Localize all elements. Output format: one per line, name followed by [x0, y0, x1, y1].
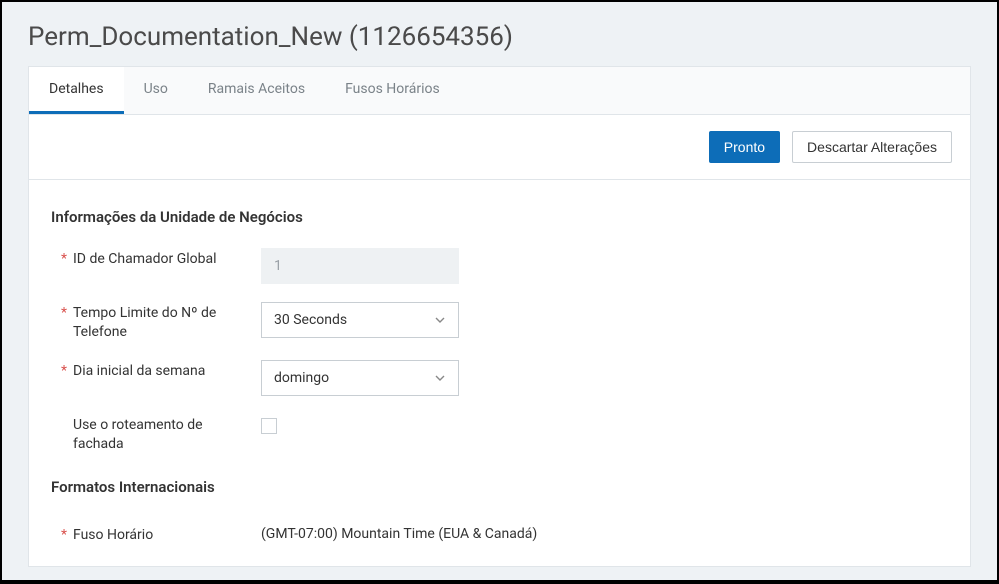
timeout-select-value: 30 Seconds: [274, 312, 347, 328]
start-day-select-value: domingo: [274, 370, 329, 386]
facade-label: Use o roteamento de fachada: [73, 414, 233, 454]
required-marker: [61, 414, 73, 433]
required-marker: *: [61, 360, 73, 379]
row-timezone: * Fuso Horário (GMT-07:00) Mountain Time…: [51, 524, 948, 545]
tab-ramais-aceitos[interactable]: Ramais Aceitos: [188, 67, 325, 114]
start-day-label: Dia inicial da semana: [73, 360, 233, 381]
caller-id-label: ID de Chamador Global: [73, 248, 233, 269]
start-day-select[interactable]: domingo: [261, 360, 459, 396]
facade-checkbox[interactable]: [261, 418, 277, 434]
timeout-select[interactable]: 30 Seconds: [261, 302, 459, 338]
tab-bar: Detalhes Uso Ramais Aceitos Fusos Horári…: [29, 67, 970, 115]
tab-uso[interactable]: Uso: [124, 67, 188, 114]
row-start-day: * Dia inicial da semana domingo: [51, 360, 948, 396]
section-title-business: Informações da Unidade de Negócios: [51, 208, 948, 226]
content-card: Detalhes Uso Ramais Aceitos Fusos Horári…: [28, 66, 971, 567]
timezone-label: Fuso Horário: [73, 524, 233, 545]
timeout-label: Tempo Limite do Nº de Telefone: [73, 302, 233, 342]
form-body: Informações da Unidade de Negócios * ID …: [29, 180, 970, 566]
required-marker: *: [61, 248, 73, 267]
page-title: Perm_Documentation_New (1126654356): [2, 2, 997, 66]
required-marker: *: [61, 524, 73, 543]
chevron-down-icon: [434, 372, 446, 384]
required-marker: *: [61, 302, 73, 321]
tab-fusos-horarios[interactable]: Fusos Horários: [325, 67, 460, 114]
section-title-intl: Formatos Internacionais: [51, 478, 948, 496]
row-facade-routing: Use o roteamento de fachada: [51, 414, 948, 454]
row-caller-id: * ID de Chamador Global 1: [51, 248, 948, 284]
caller-id-input: 1: [261, 248, 459, 284]
descartar-button[interactable]: Descartar Alterações: [792, 131, 952, 163]
pronto-button[interactable]: Pronto: [709, 131, 780, 163]
timezone-value: (GMT-07:00) Mountain Time (EUA & Canadá): [261, 524, 537, 542]
tab-detalhes[interactable]: Detalhes: [29, 67, 124, 114]
chevron-down-icon: [434, 314, 446, 326]
row-timeout: * Tempo Limite do Nº de Telefone 30 Seco…: [51, 302, 948, 342]
action-bar: Pronto Descartar Alterações: [29, 115, 970, 180]
